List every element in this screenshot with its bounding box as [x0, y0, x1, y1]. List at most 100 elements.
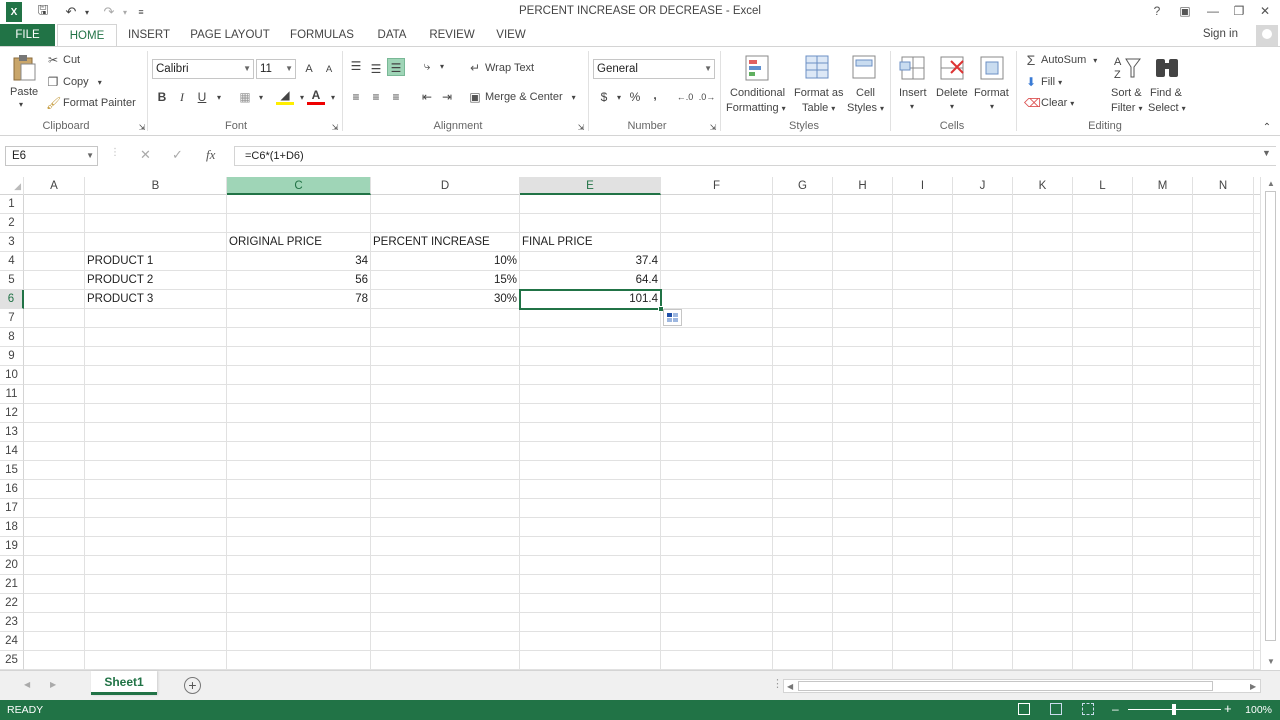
collapse-ribbon-icon[interactable]: ⌃ — [1258, 119, 1276, 137]
column-header-l[interactable]: L — [1073, 177, 1133, 195]
sort-filter-icon[interactable]: A Z — [1112, 53, 1142, 83]
format-as-table-button[interactable]: Table ▾ — [802, 102, 835, 114]
delete-cells-icon[interactable] — [937, 53, 967, 83]
tab-page-layout[interactable]: PAGE LAYOUT — [184, 24, 276, 46]
column-header-c[interactable]: C — [227, 177, 371, 195]
close-icon[interactable]: ✕ — [1252, 2, 1278, 20]
column-header-f[interactable]: F — [661, 177, 773, 195]
orientation-dropdown-icon[interactable]: ▾ — [433, 58, 451, 76]
horizontal-scroll-thumb[interactable] — [798, 681, 1213, 691]
cell-e5[interactable]: 64.4 — [520, 271, 660, 290]
autosum-button[interactable]: Σ AutoSum ▾ — [1024, 53, 1098, 67]
comma-button[interactable]: , — [646, 86, 664, 104]
column-header-a[interactable]: A — [24, 177, 85, 195]
sign-in-link[interactable]: Sign in — [1203, 28, 1238, 40]
row-header-6[interactable]: 6 — [0, 290, 24, 309]
zoom-in-icon[interactable]: + — [1224, 701, 1232, 716]
cell-grid[interactable]: ORIGINAL PRICE PERCENT INCREASE FINAL PR… — [24, 195, 1260, 670]
select-all-corner[interactable]: ◢ — [0, 177, 24, 195]
conditional-formatting-label-1[interactable]: Conditional — [730, 87, 785, 99]
clear-button[interactable]: ⌫ Clear ▾ — [1024, 96, 1074, 110]
number-format-combo[interactable]: General ▼ — [593, 59, 715, 79]
row-header-25[interactable]: 25 — [0, 651, 24, 670]
conditional-formatting-button[interactable]: Formatting ▾ — [726, 102, 786, 114]
page-layout-view-icon[interactable] — [1050, 703, 1062, 715]
formula-input[interactable]: =C6*(1+D6) — [234, 146, 1276, 166]
prev-sheet-icon[interactable]: ◀ — [24, 680, 30, 689]
column-header-e[interactable]: E — [520, 177, 661, 195]
find-select-label-1[interactable]: Find & — [1150, 87, 1182, 99]
insert-cells-icon[interactable] — [898, 53, 928, 83]
clipboard-launcher-icon[interactable]: ⇲ — [133, 119, 151, 137]
format-as-table-icon[interactable] — [803, 53, 833, 83]
grow-font-button[interactable]: A — [300, 60, 318, 78]
shrink-font-button[interactable]: A — [320, 61, 338, 79]
row-header-7[interactable]: 7 — [0, 309, 24, 328]
copy-button[interactable]: ❐ Copy ▾ — [46, 75, 102, 89]
row-header-1[interactable]: 1 — [0, 195, 24, 214]
zoom-out-icon[interactable]: – — [1112, 702, 1119, 716]
tab-split-icon[interactable]: ⋮ — [772, 677, 783, 690]
row-header-16[interactable]: 16 — [0, 480, 24, 499]
column-header-i[interactable]: I — [893, 177, 953, 195]
name-box[interactable]: E6 ▼ — [5, 146, 98, 166]
ribbon-display-icon[interactable]: ▣ — [1172, 2, 1198, 20]
row-header-12[interactable]: 12 — [0, 404, 24, 423]
insert-function-icon[interactable]: fx — [206, 147, 215, 163]
scroll-up-icon[interactable]: ▲ — [1267, 179, 1275, 188]
format-cells-icon[interactable] — [977, 53, 1007, 83]
align-left-icon[interactable]: ≡ — [347, 88, 365, 106]
cell-c4[interactable]: 34 — [227, 252, 370, 271]
quick-analysis-button[interactable] — [663, 309, 682, 326]
percent-button[interactable]: % — [626, 88, 644, 106]
cell-b4[interactable]: PRODUCT 1 — [85, 252, 226, 271]
increase-decimal-icon[interactable]: ←.0 — [676, 88, 694, 106]
conditional-formatting-icon[interactable] — [743, 53, 773, 83]
cell-b5[interactable]: PRODUCT 2 — [85, 271, 226, 290]
wrap-text-button[interactable]: ↵ Wrap Text — [468, 61, 534, 75]
row-header-24[interactable]: 24 — [0, 632, 24, 651]
expand-formula-icon[interactable]: ▼ — [1262, 148, 1271, 158]
borders-dropdown-icon[interactable]: ▾ — [252, 89, 270, 107]
format-dropdown-icon[interactable]: ▾ — [990, 102, 994, 111]
column-header-j[interactable]: J — [953, 177, 1013, 195]
enter-icon[interactable]: ✓ — [172, 147, 183, 163]
column-header-k[interactable]: K — [1013, 177, 1073, 195]
cell-styles-button[interactable]: Styles ▾ — [847, 102, 884, 114]
scroll-down-icon[interactable]: ▼ — [1267, 657, 1275, 666]
decrease-indent-icon[interactable]: ⇤ — [418, 88, 436, 106]
fill-color-icon[interactable]: ◢ — [276, 88, 294, 105]
align-center-icon[interactable]: ≡ — [367, 88, 385, 106]
help-icon[interactable]: ? — [1144, 2, 1170, 20]
cell-c6[interactable]: 78 — [227, 290, 370, 309]
italic-button[interactable]: I — [173, 88, 191, 106]
zoom-slider[interactable] — [1128, 704, 1221, 715]
align-top-icon[interactable]: ☰ — [347, 57, 365, 75]
tab-review[interactable]: REVIEW — [424, 24, 480, 46]
row-header-8[interactable]: 8 — [0, 328, 24, 347]
row-header-3[interactable]: 3 — [0, 233, 24, 252]
bold-button[interactable]: B — [153, 88, 171, 106]
row-header-2[interactable]: 2 — [0, 214, 24, 233]
row-header-9[interactable]: 9 — [0, 347, 24, 366]
paste-icon[interactable] — [9, 53, 39, 83]
column-header-n[interactable]: N — [1193, 177, 1254, 195]
scroll-left-icon[interactable]: ◀ — [787, 682, 793, 691]
paste-dropdown-icon[interactable]: ▾ — [19, 100, 23, 109]
font-size-combo[interactable]: 11 ▼ — [256, 59, 296, 79]
align-right-icon[interactable]: ≡ — [387, 88, 405, 106]
row-header-21[interactable]: 21 — [0, 575, 24, 594]
format-as-table-label-1[interactable]: Format as — [794, 87, 844, 99]
column-header-m[interactable]: M — [1133, 177, 1193, 195]
row-header-4[interactable]: 4 — [0, 252, 24, 271]
normal-view-icon[interactable] — [1018, 703, 1030, 715]
cancel-icon[interactable]: ✕ — [140, 147, 151, 163]
cell-styles-icon[interactable] — [850, 53, 880, 83]
tab-formulas[interactable]: FORMULAS — [284, 24, 360, 46]
zoom-slider-knob[interactable] — [1172, 704, 1176, 715]
vertical-scrollbar[interactable]: ▲ ▼ — [1260, 177, 1280, 670]
next-sheet-icon[interactable]: ▶ — [50, 680, 56, 689]
zoom-level[interactable]: 100% — [1245, 704, 1272, 716]
restore-icon[interactable]: ❐ — [1226, 2, 1252, 20]
row-header-17[interactable]: 17 — [0, 499, 24, 518]
